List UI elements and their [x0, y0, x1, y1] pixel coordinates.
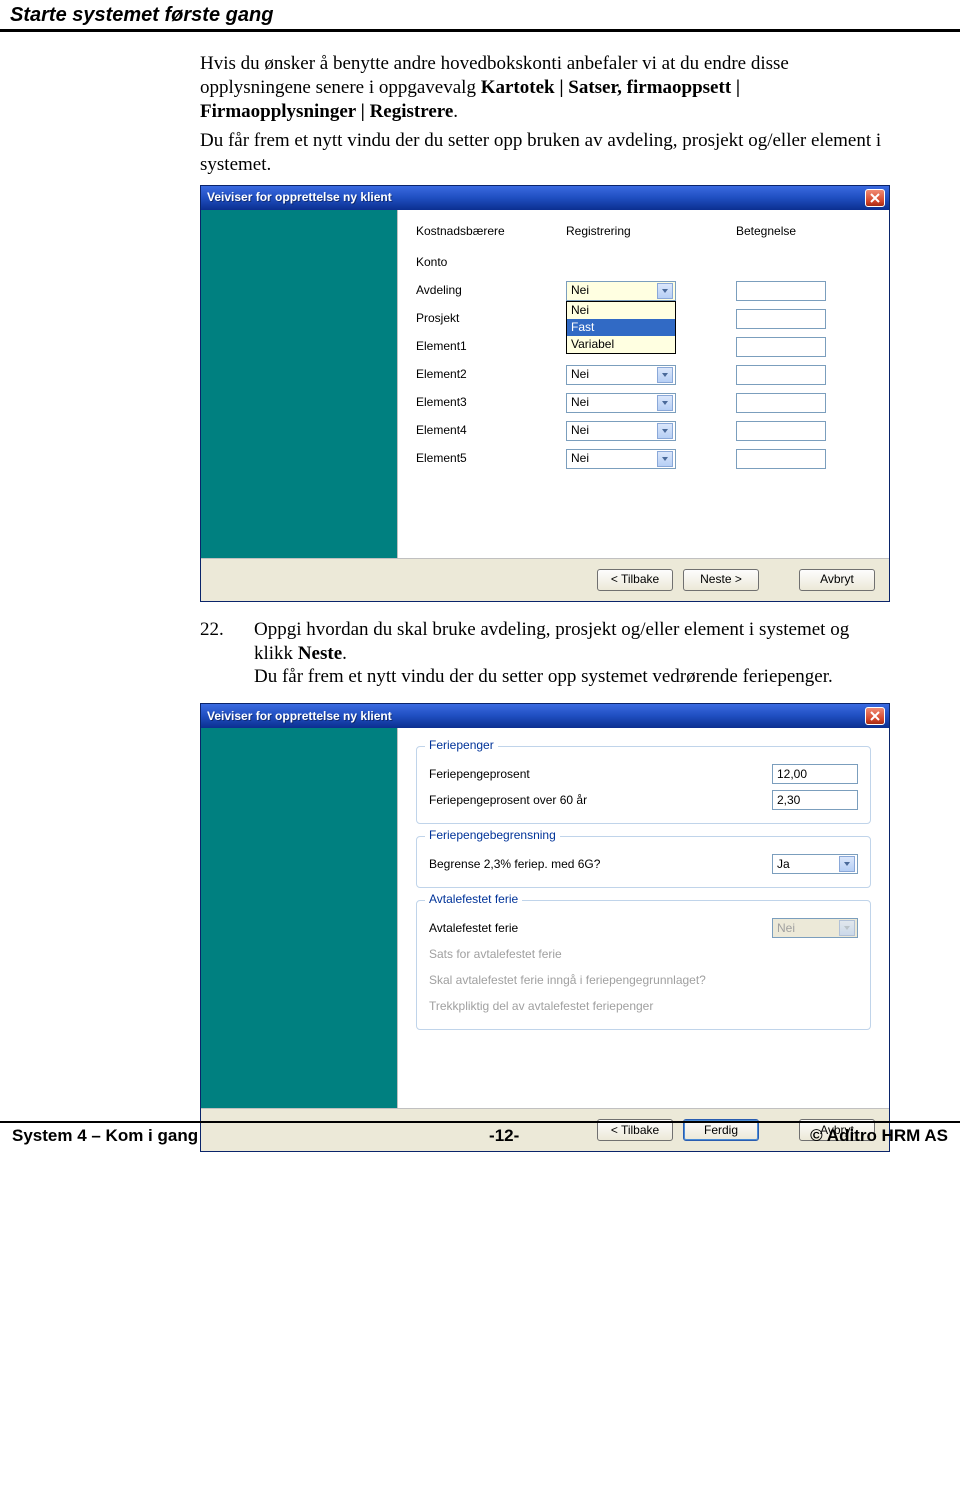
combo-option-fast[interactable]: Fast [567, 319, 675, 336]
step22-t3: Du får frem et nytt vindu der du setter … [254, 665, 890, 689]
combo-element4-value: Nei [571, 423, 589, 438]
footer-center: -12- [489, 1126, 519, 1146]
chevron-down-icon[interactable] [657, 423, 673, 439]
wizard-side-panel [201, 728, 397, 1108]
group-feriepenger: Feriepenger Feriepengeprosent 12,00 Feri… [416, 746, 871, 824]
input-fp-prosent-60[interactable]: 2,30 [772, 790, 858, 810]
step-number: 22. [200, 618, 230, 695]
label-avtalefestet-ferie: Avtalefestet ferie [429, 921, 772, 936]
col-header-kostnadsbaerere: Kostnadsbærere [416, 224, 566, 239]
group-feriepengebegrensning: Feriepengebegrensning Begrense 2,3% feri… [416, 836, 871, 888]
wizard-dialog-1: Veiviser for opprettelse ny klient Kostn… [200, 185, 890, 602]
combo-element5-value: Nei [571, 451, 589, 466]
row-label-element3: Element3 [416, 395, 566, 410]
col-header-registrering: Registrering [566, 224, 736, 239]
betegnelse-element2[interactable] [736, 365, 826, 385]
wizard-main-panel: Kostnadsbærere Registrering Betegnelse K… [397, 210, 889, 558]
footer-left: System 4 – Kom i gang [12, 1126, 198, 1146]
row-label-element1: Element1 [416, 339, 566, 354]
betegnelse-prosjekt[interactable] [736, 309, 826, 329]
close-icon[interactable] [865, 707, 885, 725]
chevron-down-icon[interactable] [657, 395, 673, 411]
wizard-main-panel: Feriepenger Feriepengeprosent 12,00 Feri… [397, 728, 889, 1108]
combo-element4[interactable]: Nei [566, 421, 676, 441]
cancel-button[interactable]: Avbryt [799, 569, 875, 591]
row-label-element5: Element5 [416, 451, 566, 466]
label-inngaa-grunnlag: Skal avtalefestet ferie inngå i feriepen… [429, 973, 858, 988]
betegnelse-element3[interactable] [736, 393, 826, 413]
dialog-title: Veiviser for opprettelse ny klient [207, 190, 392, 205]
label-sats-avtalefestet: Sats for avtalefestet ferie [429, 947, 858, 962]
value-fp-prosent: 12,00 [777, 767, 807, 782]
value-fp-prosent-60: 2,30 [777, 793, 800, 808]
combo-option-nei[interactable]: Nei [567, 302, 675, 319]
combo-begrense-6g-value: Ja [777, 857, 790, 872]
combo-option-variabel[interactable]: Variabel [567, 336, 675, 353]
combo-avdeling[interactable]: Nei Nei Fast Variabel [566, 281, 676, 301]
row-label-element4: Element4 [416, 423, 566, 438]
group-legend-begrensning: Feriepengebegrensning [425, 828, 560, 843]
combo-element2[interactable]: Nei [566, 365, 676, 385]
group-legend-feriepenger: Feriepenger [425, 738, 498, 753]
betegnelse-element1[interactable] [736, 337, 826, 357]
label-fp-prosent: Feriepengeprosent [429, 767, 772, 782]
label-trekkpliktig-del: Trekkpliktig del av avtalefestet feriepe… [429, 999, 858, 1014]
combo-options-popup: Nei Fast Variabel [566, 301, 676, 354]
betegnelse-element4[interactable] [736, 421, 826, 441]
betegnelse-element5[interactable] [736, 449, 826, 469]
label-fp-prosent-60: Feriepengeprosent over 60 år [429, 793, 772, 808]
input-fp-prosent[interactable]: 12,00 [772, 764, 858, 784]
next-button[interactable]: Neste > [683, 569, 759, 591]
para1-t2: . [453, 101, 458, 122]
combo-avdeling-value: Nei [571, 283, 589, 298]
row-label-konto: Konto [416, 255, 566, 270]
combo-avtalefestet-value: Nei [777, 921, 795, 936]
step22-b1: Neste [298, 643, 342, 664]
chevron-down-icon[interactable] [839, 856, 855, 872]
intro-paragraph: Hvis du ønsker å benytte andre hovedboks… [200, 52, 890, 123]
combo-avtalefestet-ferie[interactable]: Nei [772, 918, 858, 938]
combo-element2-value: Nei [571, 367, 589, 382]
combo-element3[interactable]: Nei [566, 393, 676, 413]
label-begrense-6g: Begrense 2,3% feriep. med 6G? [429, 857, 772, 872]
footer-right: © Aditro HRM AS [810, 1126, 948, 1146]
combo-element3-value: Nei [571, 395, 589, 410]
step22-t2: . [342, 643, 347, 664]
chevron-down-icon[interactable] [657, 283, 673, 299]
chevron-down-icon [839, 920, 855, 936]
row-label-prosjekt: Prosjekt [416, 311, 566, 326]
wizard-side-panel [201, 210, 397, 558]
row-label-avdeling: Avdeling [416, 283, 566, 298]
chevron-down-icon[interactable] [657, 451, 673, 467]
back-button[interactable]: < Tilbake [597, 569, 673, 591]
titlebar[interactable]: Veiviser for opprettelse ny klient [201, 704, 889, 728]
betegnelse-avdeling[interactable] [736, 281, 826, 301]
intro-paragraph-2: Du får frem et nytt vindu der du setter … [200, 129, 890, 177]
combo-begrense-6g[interactable]: Ja [772, 854, 858, 874]
titlebar[interactable]: Veiviser for opprettelse ny klient [201, 186, 889, 210]
page-header: Starte systemet første gang [0, 0, 960, 32]
chevron-down-icon[interactable] [657, 367, 673, 383]
wizard-dialog-2: Veiviser for opprettelse ny klient Ferie… [200, 703, 890, 1152]
dialog-title: Veiviser for opprettelse ny klient [207, 709, 392, 724]
row-label-element2: Element2 [416, 367, 566, 382]
col-header-betegnelse: Betegnelse [736, 224, 871, 239]
group-legend-avtalefestet: Avtalefestet ferie [425, 892, 522, 907]
close-icon[interactable] [865, 189, 885, 207]
page-footer: System 4 – Kom i gang -12- © Aditro HRM … [0, 1121, 960, 1152]
group-avtalefestet: Avtalefestet ferie Avtalefestet ferie Ne… [416, 900, 871, 1030]
combo-element5[interactable]: Nei [566, 449, 676, 469]
step-22: 22. Oppgi hvordan du skal bruke avdeling… [200, 618, 890, 695]
